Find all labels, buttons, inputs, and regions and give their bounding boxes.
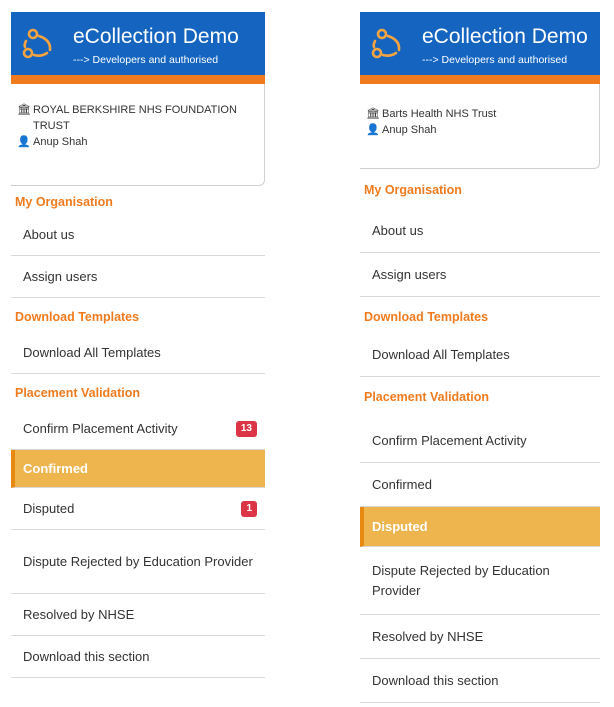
nav-item-download-all-templates[interactable]: Download All Templates [11,332,265,374]
nav-item-label: Assign users [372,267,447,282]
nav-item-disputed[interactable]: Disputed [360,507,600,547]
brand-title: eCollection Demo [422,25,588,48]
user-icon: 👤 [17,136,31,148]
user-info: 🏛 Barts Health NHS Trust 👤 Anup Shah [360,84,600,169]
bank-building-icon: 🏛 [366,108,380,120]
section-placement-validation: Placement Validation [364,390,490,404]
nav-item-label: Disputed [23,501,75,516]
nav-item-label: Confirm Placement Activity [23,421,178,436]
nav-item-confirm-placement-activity[interactable]: Confirm Placement Activity 13 [11,408,265,450]
organisation-line: 🏛 ROYAL BERKSHIRE NHS FOUNDATION TRUST [17,102,256,134]
nav-item-label: Download All Templates [372,347,510,362]
brand-header[interactable]: eCollection Demo ---> Developers and aut… [11,12,265,84]
nav-item-label: Download this section [23,649,150,664]
ecollection-logo-icon [22,28,52,59]
organisation-name: ROYAL BERKSHIRE NHS FOUNDATION TRUST [33,104,237,132]
nav-item-label: Assign users [23,269,98,284]
nav-item-confirmed[interactable]: Confirmed [11,450,265,488]
nav-item-label: Dispute Rejected by Education Provider [23,553,253,569]
section-download-templates: Download Templates [15,310,140,324]
nav-item-label: Dispute Rejected by Education Provider [372,562,550,598]
nav-item-confirm-placement-activity[interactable]: Confirm Placement Activity [360,419,600,463]
user-name: Anup Shah [382,124,437,136]
nav-item-resolved-by-nhse[interactable]: Resolved by NHSE [360,615,600,659]
brand-header[interactable]: eCollection Demo ---> Developers and aut… [360,12,600,84]
user-info: 🏛 ROYAL BERKSHIRE NHS FOUNDATION TRUST 👤… [11,84,265,186]
nav-item-dispute-rejected[interactable]: Dispute Rejected by Education Provider [11,530,265,594]
bank-building-icon: 🏛 [17,104,31,116]
section-my-organisation: My Organisation [364,183,462,197]
nav-item-download-this-section[interactable]: Download this section [360,659,600,703]
nav-item-about-us[interactable]: About us [360,209,600,253]
sidebar-panel-right: eCollection Demo ---> Developers and aut… [360,12,600,703]
nav-item-about-us[interactable]: About us [11,214,265,256]
nav-item-resolved-by-nhse[interactable]: Resolved by NHSE [11,594,265,636]
brand-title: eCollection Demo [73,25,239,48]
nav-item-label: About us [23,227,75,242]
nav-item-assign-users[interactable]: Assign users [11,256,265,298]
nav-item-confirmed[interactable]: Confirmed [360,463,600,507]
nav-item-disputed[interactable]: Disputed 1 [11,488,265,530]
nav-item-label: Confirmed [23,461,88,476]
sidebar-panel-left: eCollection Demo ---> Developers and aut… [11,12,265,678]
section-placement-validation: Placement Validation [15,386,141,400]
ecollection-logo-icon [371,28,401,59]
nav-item-label: Confirm Placement Activity [372,433,527,448]
nav-item-label: Download All Templates [23,345,161,360]
section-download-templates: Download Templates [364,310,489,324]
nav-item-assign-users[interactable]: Assign users [360,253,600,297]
brand-subtitle: ---> Developers and authorised [73,54,219,66]
nav-item-label: Confirmed [372,477,432,492]
nav-item-label: Disputed [372,519,428,534]
user-line: 👤 Anup Shah [17,134,256,150]
nav-item-download-this-section[interactable]: Download this section [11,636,265,678]
nav-item-label: About us [372,223,424,238]
count-badge: 13 [235,420,257,437]
user-icon: 👤 [366,124,380,136]
count-badge: 1 [241,500,257,517]
organisation-name: Barts Health NHS Trust [382,108,497,120]
nav-item-label: Download this section [372,673,499,688]
organisation-line: 🏛 Barts Health NHS Trust [366,106,591,122]
brand-subtitle: ---> Developers and authorised [422,54,568,66]
user-name: Anup Shah [33,136,88,148]
nav-item-label: Resolved by NHSE [372,629,484,644]
nav-item-dispute-rejected[interactable]: Dispute Rejected by Education Provider [360,547,600,615]
nav-item-download-all-templates[interactable]: Download All Templates [360,333,600,377]
user-line: 👤 Anup Shah [366,122,591,138]
nav-item-label: Resolved by NHSE [23,607,135,622]
section-my-organisation: My Organisation [15,195,113,209]
